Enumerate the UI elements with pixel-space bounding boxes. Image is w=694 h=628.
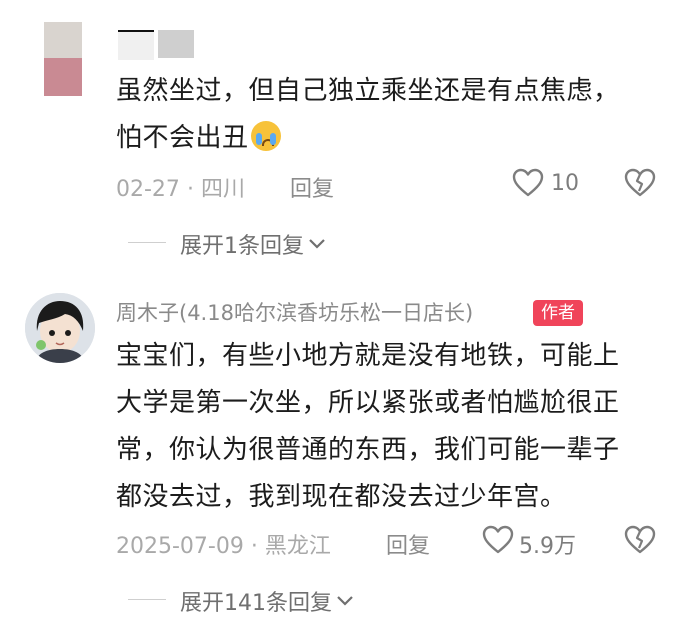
meta-separator: ·	[250, 534, 258, 559]
avatar-blurred[interactable]	[44, 22, 82, 96]
expand-replies-button[interactable]: 展开1条回复	[180, 228, 326, 260]
reply-button[interactable]: 回复	[290, 171, 334, 203]
username[interactable]: 周木子(4.18哈尔滨香坊乐松一日店长)	[116, 297, 473, 327]
reply-button[interactable]: 回复	[386, 528, 430, 560]
chevron-down-icon	[308, 238, 326, 250]
expand-replies-label: 展开141条回复	[180, 591, 332, 616]
like-heart-icon[interactable]	[482, 525, 514, 555]
comment-line: 宝宝们，有些小地方就是没有地铁，可能上	[116, 341, 620, 371]
comment-location: 黑龙江	[264, 534, 331, 559]
comment-line: 虽然坐过，但自己独立乘坐还是有点焦虑，	[116, 76, 620, 106]
comment-location: 四川	[200, 177, 245, 202]
comment-text: 宝宝们，有些小地方就是没有地铁，可能上 大学是第一次坐，所以紧张或者怕尴尬很正 …	[116, 333, 676, 521]
comment-line: 怕不会出丑	[116, 115, 676, 162]
dislike-broken-heart-icon[interactable]	[624, 525, 656, 555]
comment-meta: 02-27 · 四川	[116, 171, 245, 203]
divider-line	[128, 242, 166, 243]
expand-replies-label: 展开1条回复	[180, 234, 304, 259]
comment-line: 常，你认为很普通的东西，我们可能一辈子	[116, 435, 620, 465]
comment-line: 都没去过，我到现在都没去过少年宫。	[116, 482, 567, 512]
avatar[interactable]	[25, 293, 95, 363]
like-count: 10	[551, 171, 579, 196]
comment-meta: 2025-07-09 · 黑龙江	[116, 528, 331, 560]
comment-line: 大学是第一次坐，所以紧张或者怕尴尬很正	[116, 388, 620, 418]
meta-separator: ·	[186, 177, 194, 202]
loudly-crying-face-icon	[250, 121, 281, 151]
divider-line	[128, 599, 166, 600]
like-heart-icon[interactable]	[512, 168, 544, 198]
dislike-broken-heart-icon[interactable]	[624, 168, 656, 198]
username-redacted[interactable]	[118, 30, 196, 60]
author-badge: 作者	[533, 300, 583, 326]
comment-date: 2025-07-09	[116, 534, 244, 559]
expand-replies-button[interactable]: 展开141条回复	[180, 585, 354, 617]
comment-text: 虽然坐过，但自己独立乘坐还是有点焦虑， 怕不会出丑	[116, 68, 676, 162]
chevron-down-icon	[336, 595, 354, 607]
like-count: 5.9万	[519, 534, 576, 559]
comment-date: 02-27	[116, 177, 180, 202]
